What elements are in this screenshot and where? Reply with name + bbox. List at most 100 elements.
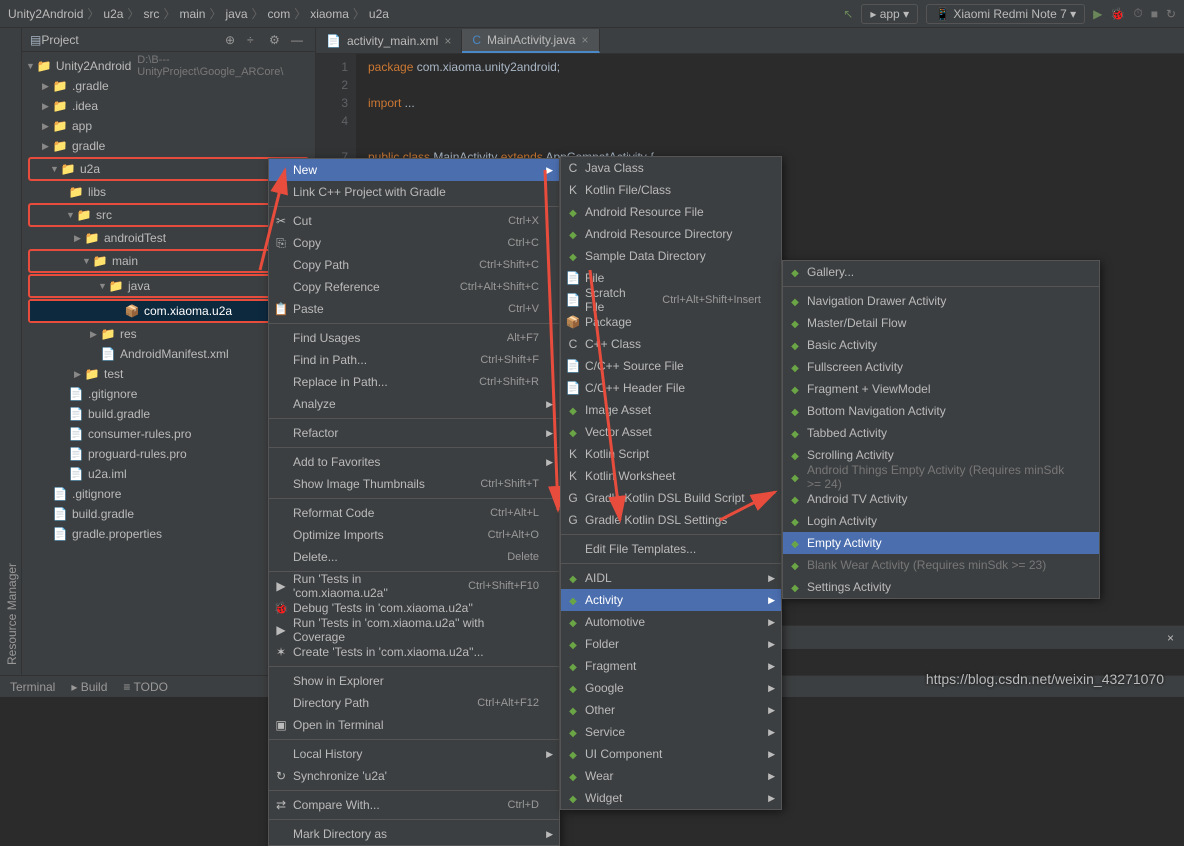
menu-item[interactable]: Settings Activity: [783, 576, 1099, 598]
hide-icon[interactable]: —: [291, 33, 307, 47]
menu-item[interactable]: Fragment▶: [561, 655, 781, 677]
menu-item[interactable]: 📦Package: [561, 311, 781, 333]
menu-item[interactable]: 📄C/C++ Source File: [561, 355, 781, 377]
menu-item[interactable]: Replace in Path...Ctrl+Shift+R: [269, 371, 559, 393]
menu-item[interactable]: GGradle Kotlin DSL Settings: [561, 509, 781, 531]
settings-icon[interactable]: ⚙: [269, 33, 285, 47]
menu-item[interactable]: Google▶: [561, 677, 781, 699]
menu-item[interactable]: KKotlin Worksheet: [561, 465, 781, 487]
menu-item[interactable]: ✂CutCtrl+X: [269, 210, 559, 232]
menu-item[interactable]: AIDL▶: [561, 567, 781, 589]
menu-item[interactable]: Login Activity: [783, 510, 1099, 532]
menu-item[interactable]: KKotlin File/Class: [561, 179, 781, 201]
menu-item[interactable]: CC++ Class: [561, 333, 781, 355]
menu-item[interactable]: Find UsagesAlt+F7: [269, 327, 559, 349]
menu-item[interactable]: ▶Run 'Tests in 'com.xiaoma.u2a''Ctrl+Shi…: [269, 575, 559, 597]
menu-item[interactable]: Reformat CodeCtrl+Alt+L: [269, 502, 559, 524]
menu-item[interactable]: Copy PathCtrl+Shift+C: [269, 254, 559, 276]
menu-item[interactable]: Fragment + ViewModel: [783, 378, 1099, 400]
stop-icon[interactable]: ■: [1151, 7, 1158, 21]
menu-item[interactable]: Automotive▶: [561, 611, 781, 633]
menu-item[interactable]: Bottom Navigation Activity: [783, 400, 1099, 422]
menu-item[interactable]: Edit File Templates...: [561, 538, 781, 560]
menu-item[interactable]: CJava Class: [561, 157, 781, 179]
menu-item[interactable]: Gallery...: [783, 261, 1099, 283]
tree-root[interactable]: ▼📁 Unity2Android D:\B---UnityProject\Goo…: [22, 56, 315, 76]
resource-manager-tab[interactable]: Resource Manager: [5, 38, 19, 665]
menu-item[interactable]: Wear▶: [561, 765, 781, 787]
close-icon[interactable]: ×: [581, 33, 588, 47]
menu-item[interactable]: Optimize ImportsCtrl+Alt+O: [269, 524, 559, 546]
menu-item[interactable]: Tabbed Activity: [783, 422, 1099, 444]
tree-node[interactable]: ▼📁u2a: [30, 159, 307, 179]
menu-item[interactable]: Activity▶: [561, 589, 781, 611]
tab-activity-main[interactable]: 📄 activity_main.xml ×: [316, 30, 462, 52]
menu-item[interactable]: Vector Asset: [561, 421, 781, 443]
menu-item[interactable]: Navigation Drawer Activity: [783, 290, 1099, 312]
sync-icon[interactable]: ↻: [1166, 7, 1176, 21]
tree-node[interactable]: ▶📁app: [22, 116, 315, 136]
device-selector[interactable]: 📱 Xiaomi Redmi Note 7 ▾: [926, 4, 1085, 24]
menu-item[interactable]: Local History▶: [269, 743, 559, 765]
menu-item[interactable]: KKotlin Script: [561, 443, 781, 465]
tree-node[interactable]: ▼📁main: [30, 251, 307, 271]
menu-item[interactable]: Android Resource Directory: [561, 223, 781, 245]
build-close-icon[interactable]: ×: [1167, 631, 1174, 645]
menu-item[interactable]: Copy ReferenceCtrl+Alt+Shift+C: [269, 276, 559, 298]
run-icon[interactable]: ▶: [1093, 7, 1102, 21]
menu-item[interactable]: Analyze▶: [269, 393, 559, 415]
menu-item[interactable]: 📄Scratch FileCtrl+Alt+Shift+Insert: [561, 289, 781, 311]
menu-item[interactable]: Add to Favorites▶: [269, 451, 559, 473]
breadcrumb-item[interactable]: xiaoma: [310, 7, 349, 21]
context-menu-new[interactable]: CJava ClassKKotlin File/ClassAndroid Res…: [560, 156, 782, 810]
menu-item[interactable]: Mark Directory as▶: [269, 823, 559, 845]
menu-item[interactable]: Show in Explorer: [269, 670, 559, 692]
menu-item[interactable]: Basic Activity: [783, 334, 1099, 356]
terminal-tab[interactable]: Terminal: [10, 680, 55, 694]
menu-item[interactable]: Service▶: [561, 721, 781, 743]
menu-item[interactable]: Link C++ Project with Gradle: [269, 181, 559, 203]
breadcrumb-item[interactable]: main: [179, 7, 205, 21]
menu-item[interactable]: ▶Run 'Tests in 'com.xiaoma.u2a'' with Co…: [269, 619, 559, 641]
debug-icon[interactable]: 🐞: [1110, 7, 1125, 21]
back-icon[interactable]: ↖: [843, 7, 853, 21]
target-icon[interactable]: ⊕: [225, 33, 241, 47]
context-menu-activity[interactable]: Gallery... Navigation Drawer ActivityMast…: [782, 260, 1100, 599]
menu-item[interactable]: Android Resource File: [561, 201, 781, 223]
menu-item[interactable]: Folder▶: [561, 633, 781, 655]
menu-item[interactable]: ↻Synchronize 'u2a': [269, 765, 559, 787]
menu-item[interactable]: GGradle Kotlin DSL Build Script: [561, 487, 781, 509]
menu-item[interactable]: Image Asset: [561, 399, 781, 421]
breadcrumb-item[interactable]: src: [143, 7, 159, 21]
menu-item[interactable]: Widget▶: [561, 787, 781, 809]
menu-item[interactable]: Master/Detail Flow: [783, 312, 1099, 334]
menu-item[interactable]: 📄C/C++ Header File: [561, 377, 781, 399]
collapse-icon[interactable]: ÷: [247, 33, 263, 47]
menu-item[interactable]: ⇄Compare With...Ctrl+D: [269, 794, 559, 816]
breadcrumb-item[interactable]: u2a: [103, 7, 123, 21]
menu-item[interactable]: ⎘CopyCtrl+C: [269, 232, 559, 254]
menu-item[interactable]: ▣Open in Terminal: [269, 714, 559, 736]
tree-node[interactable]: ▶📁.idea: [22, 96, 315, 116]
tree-node[interactable]: ▼📁src: [30, 205, 307, 225]
todo-tab[interactable]: ≡ TODO: [123, 680, 168, 694]
menu-item[interactable]: Find in Path...Ctrl+Shift+F: [269, 349, 559, 371]
menu-item[interactable]: New▶: [269, 159, 559, 181]
menu-item[interactable]: Delete...Delete: [269, 546, 559, 568]
breadcrumb-item[interactable]: u2a: [369, 7, 389, 21]
menu-item[interactable]: Android TV Activity: [783, 488, 1099, 510]
build-tab[interactable]: ▸ Build: [71, 680, 107, 694]
tree-node[interactable]: 📦com.xiaoma.u2a: [30, 301, 307, 321]
menu-item[interactable]: Empty Activity: [783, 532, 1099, 554]
menu-item[interactable]: Directory PathCtrl+Alt+F12: [269, 692, 559, 714]
breadcrumb-item[interactable]: com: [268, 7, 291, 21]
menu-item[interactable]: Show Image ThumbnailsCtrl+Shift+T: [269, 473, 559, 495]
breadcrumb-item[interactable]: java: [225, 7, 247, 21]
tab-main-activity[interactable]: C MainActivity.java ×: [462, 29, 599, 53]
menu-item[interactable]: 📋PasteCtrl+V: [269, 298, 559, 320]
tree-node[interactable]: ▼📁java: [30, 276, 307, 296]
menu-item[interactable]: UI Component▶: [561, 743, 781, 765]
breadcrumb-item[interactable]: Unity2Android: [8, 7, 83, 21]
menu-item[interactable]: ✶Create 'Tests in 'com.xiaoma.u2a''...: [269, 641, 559, 663]
context-menu-main[interactable]: New▶Link C++ Project with Gradle ✂CutCtrl…: [268, 158, 560, 846]
